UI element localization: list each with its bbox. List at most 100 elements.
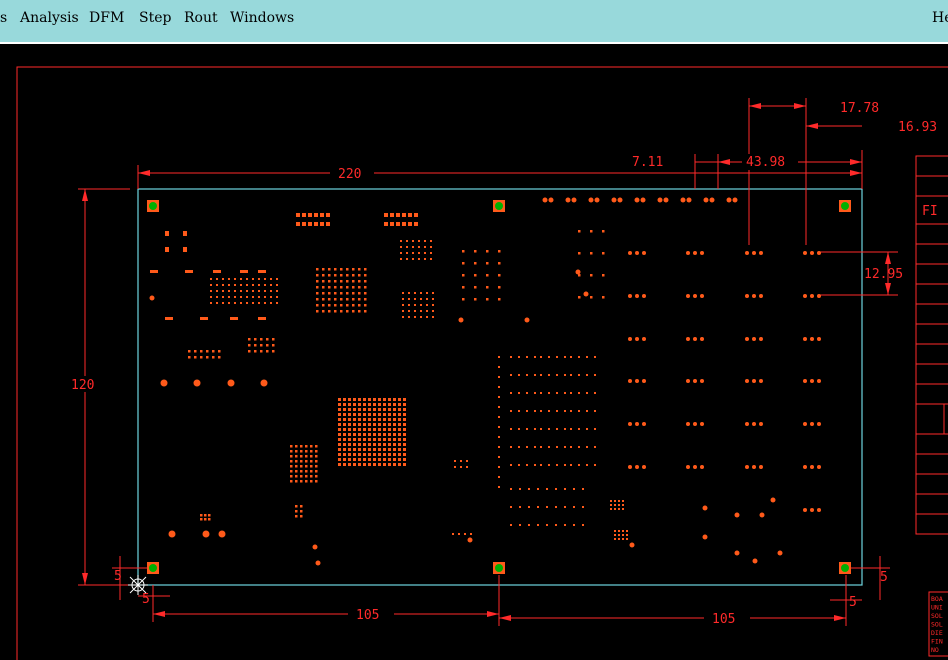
- smd-pad: [322, 310, 325, 313]
- smd-pad: [393, 443, 396, 446]
- smd-pad: [537, 506, 539, 508]
- menu-dfm[interactable]: DFM: [89, 10, 124, 26]
- smd-pad: [248, 344, 251, 347]
- smd-pad: [393, 453, 396, 456]
- smd-pad: [578, 296, 581, 299]
- smd-pad: [364, 310, 367, 313]
- smd-pad: [526, 374, 528, 376]
- smd-pad: [526, 464, 528, 466]
- smd-pad: [222, 302, 224, 304]
- smd-pad: [340, 268, 343, 271]
- smd-pad: [252, 290, 254, 292]
- smd-pad: [358, 443, 361, 446]
- menu-rout[interactable]: Rout: [184, 10, 218, 26]
- smd-pad: [305, 480, 308, 483]
- round-pad: [702, 534, 708, 540]
- smd-pad: [534, 392, 536, 394]
- menu-windows[interactable]: Windows: [230, 10, 294, 26]
- smd-pad: [338, 423, 341, 426]
- smd-pad: [378, 458, 381, 461]
- smd-pad: [316, 298, 319, 301]
- smd-pad: [378, 433, 381, 436]
- smd-pad: [316, 274, 319, 277]
- pcb-drawing-canvas[interactable]: 220 120 105 105 7.11 43.98 17.78 16.93 1…: [0, 46, 948, 660]
- smd-pad: [368, 458, 371, 461]
- smd-pad: [364, 292, 367, 295]
- smd-pad: [352, 274, 355, 277]
- smd-pad: [406, 258, 408, 260]
- smd-pad: [466, 466, 468, 468]
- smd-pad: [320, 222, 324, 226]
- smd-pad: [368, 423, 371, 426]
- smd-pad: [310, 475, 313, 478]
- title-block-row-label: SOL: [931, 621, 943, 629]
- smd-pad: [510, 524, 512, 526]
- smd-pad: [564, 356, 566, 358]
- smd-pad: [578, 464, 580, 466]
- smd-pad: [254, 344, 257, 347]
- round-pad: [611, 197, 617, 203]
- smd-pad: [358, 428, 361, 431]
- menu-help-partial[interactable]: He: [932, 10, 948, 26]
- smd-pad: [462, 298, 465, 301]
- smd-pad: [555, 488, 557, 490]
- smd-pad: [556, 446, 558, 448]
- round-pad: [752, 465, 756, 469]
- smd-pad: [388, 418, 391, 421]
- smd-pad: [343, 423, 346, 426]
- smd-pad: [618, 538, 620, 540]
- smd-pad: [398, 463, 401, 466]
- smd-pad: [498, 356, 500, 358]
- round-pad: [709, 197, 715, 203]
- smd-pad: [528, 488, 530, 490]
- smd-pad: [590, 296, 593, 299]
- smd-pad: [398, 423, 401, 426]
- smd-pad: [412, 258, 414, 260]
- smd-pad: [340, 286, 343, 289]
- smd-pad: [290, 465, 293, 468]
- round-pad: [686, 337, 690, 341]
- fiducial-mark: [147, 200, 159, 212]
- smd-pad: [378, 453, 381, 456]
- smd-pad: [338, 408, 341, 411]
- smd-pad: [343, 443, 346, 446]
- smd-pad: [614, 538, 616, 540]
- smd-pad: [334, 286, 337, 289]
- smd-pad: [402, 310, 404, 312]
- smd-pad: [212, 350, 215, 353]
- smd-pad: [594, 428, 596, 430]
- menu-analysis[interactable]: Analysis: [20, 10, 79, 26]
- smd-pad: [414, 310, 416, 312]
- smd-pad: [363, 413, 366, 416]
- smd-pad: [432, 304, 434, 306]
- smd-pad: [548, 356, 550, 358]
- smd-pad: [334, 280, 337, 283]
- smd-pad: [348, 438, 351, 441]
- smd-pad: [358, 398, 361, 401]
- menu-partial-left[interactable]: s: [0, 10, 7, 26]
- round-pad: [693, 251, 697, 255]
- smd-pad: [556, 464, 558, 466]
- round-pad: [703, 197, 709, 203]
- smd-pad: [165, 231, 169, 236]
- smd-pad: [246, 302, 248, 304]
- menu-step[interactable]: Step: [139, 10, 171, 26]
- smd-pad: [353, 433, 356, 436]
- round-pad: [817, 465, 821, 469]
- smd-pad: [348, 403, 351, 406]
- smd-pad: [534, 374, 536, 376]
- round-pad: [565, 197, 571, 203]
- smd-pad: [353, 463, 356, 466]
- smd-pad: [264, 290, 266, 292]
- smd-pad: [408, 222, 412, 226]
- smd-pad: [183, 231, 187, 236]
- smd-pad: [254, 350, 257, 353]
- smd-pad: [194, 356, 197, 359]
- smd-pad: [594, 410, 596, 412]
- round-pad: [732, 197, 738, 203]
- smd-pad: [618, 530, 620, 532]
- smd-pad: [398, 413, 401, 416]
- smd-pad: [368, 438, 371, 441]
- smd-pad: [388, 443, 391, 446]
- smd-pad: [322, 280, 325, 283]
